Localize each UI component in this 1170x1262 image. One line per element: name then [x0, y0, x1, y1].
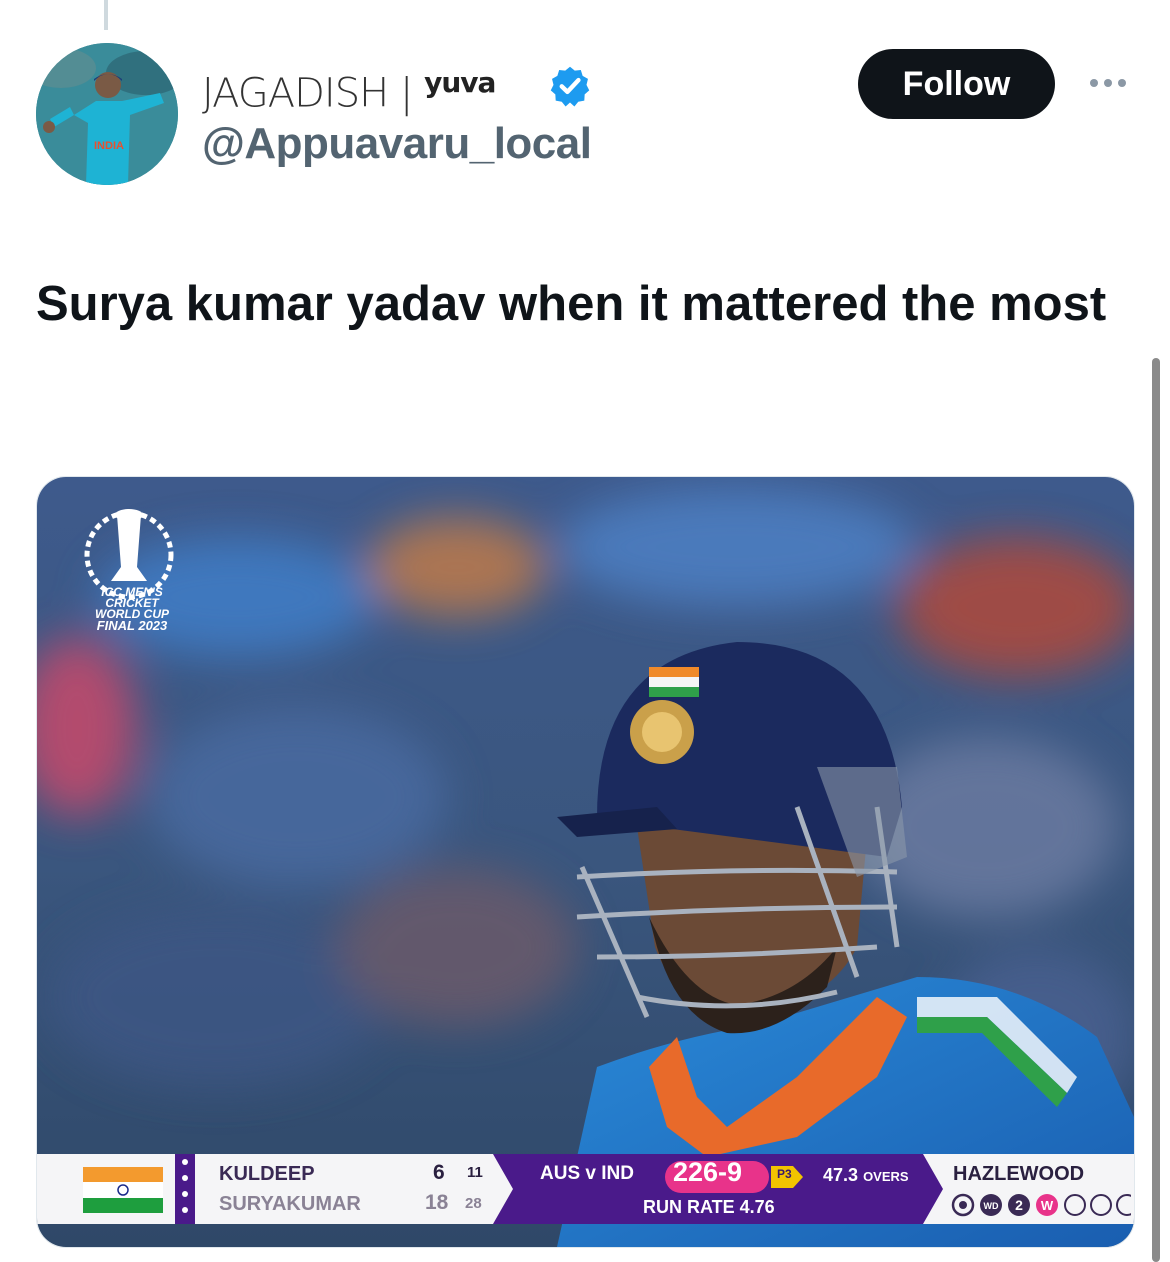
overs-value: 47.3 [823, 1165, 859, 1185]
team-score: 226-9 [673, 1157, 743, 1187]
more-horizontal-icon[interactable] [1086, 66, 1130, 100]
batter1-balls: 11 [467, 1164, 483, 1181]
author-handle[interactable]: @Appuavaru_local [202, 116, 592, 172]
ball-two-label: 2 [1015, 1197, 1023, 1213]
ball-wicket-label: W [1041, 1198, 1054, 1213]
display-name[interactable]: JAGADISH | yuva [202, 58, 496, 118]
batter2-name: SURYAKUMAR [219, 1193, 361, 1215]
display-name-text: JAGADISH | [202, 70, 425, 117]
avatar[interactable]: INDIA [36, 43, 178, 185]
batter2-runs: 18 [425, 1191, 449, 1214]
ball-wide-label: WD [984, 1201, 999, 1211]
batter2-balls: 28 [465, 1195, 482, 1212]
batter1-name: KULDEEP [219, 1163, 315, 1185]
logo-line: FINAL 2023 [96, 618, 168, 633]
avatar-photo: INDIA [36, 43, 178, 185]
avatar-jersey-text: INDIA [94, 140, 124, 152]
india-flag-icon [83, 1167, 163, 1213]
batter1-runs: 6 [433, 1161, 445, 1184]
run-rate: RUN RATE 4.76 [643, 1197, 775, 1217]
scorebar-divider [175, 1154, 195, 1224]
bowler-name: HAZLEWOOD [953, 1163, 1085, 1185]
tweet-media-image[interactable]: ICC MEN'S CRICKET WORLD CUP FINAL 2023 K… [36, 476, 1135, 1248]
follow-button[interactable]: Follow [858, 49, 1055, 119]
verified-badge-icon [550, 66, 590, 107]
broadcast-frame [37, 477, 1134, 1247]
thread-connector-line [104, 0, 108, 30]
scrollbar[interactable] [1152, 358, 1160, 1262]
tournament-logo-text: ICC MEN'S CRICKET WORLD CUP FINAL 2023 [87, 586, 177, 633]
overs-label: OVERS [863, 1169, 909, 1184]
over-balls-tracker: WD 2 W [951, 1193, 1131, 1217]
overs-count: 47.3 OVERS [823, 1165, 909, 1186]
powerplay-badge: P3 [777, 1167, 792, 1181]
match-label: AUS v IND [540, 1163, 634, 1184]
display-name-suffix: yuva [424, 66, 496, 99]
tweet-text: Surya kumar yadav when it mattered the m… [36, 277, 1107, 331]
